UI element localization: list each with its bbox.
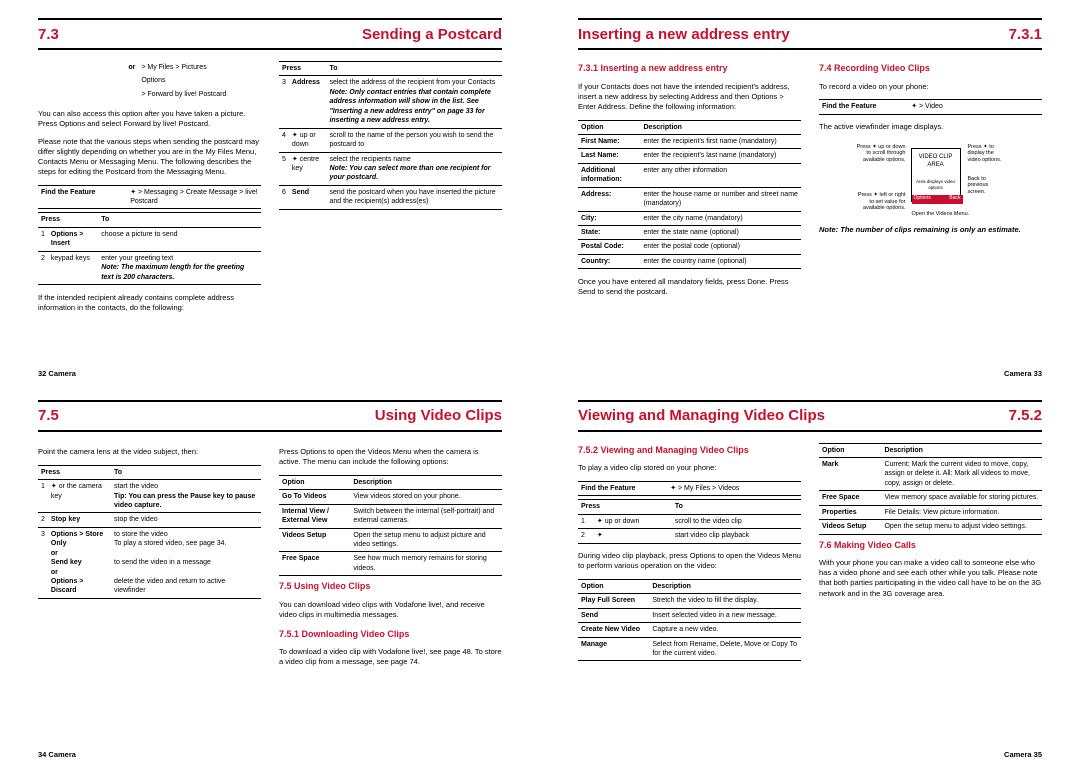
para: Point the camera lens at the video subje…	[38, 447, 261, 457]
spread-2: 7.5 Using Video Clips Point the camera l…	[0, 382, 1080, 763]
para: To record a video on your phone:	[819, 82, 1042, 92]
page-header: Inserting a new address entry 7.3.1	[578, 18, 1042, 50]
header-num: 7.5.2	[1009, 407, 1042, 424]
subhead: 7.5.2 Viewing and Managing Video Clips	[578, 444, 801, 456]
page-footer: Camera 33	[1004, 369, 1042, 378]
para: If the intended recipient already contai…	[38, 293, 261, 313]
para: To play a video clip stored on your phon…	[578, 463, 801, 473]
diagram-box: VIDEO CLIP AREAArea displays video optio…	[911, 148, 961, 202]
header-title: Using Video Clips	[375, 407, 502, 424]
page-33: Inserting a new address entry 7.3.1 7.3.…	[540, 0, 1080, 382]
diagram: Press ✦ up or down to scroll through ava…	[856, 140, 1006, 218]
page-32: 7.3 Sending a Postcard or> My Files > Pi…	[0, 0, 540, 382]
subhead: 7.6 Making Video Calls	[819, 539, 1042, 551]
header-num: 7.3.1	[1009, 26, 1042, 43]
para: Press Options to open the Videos Menu wh…	[279, 447, 502, 467]
page-footer: 34 Camera	[38, 750, 76, 759]
page-header: Viewing and Managing Video Clips 7.5.2	[578, 400, 1042, 432]
col-2: PressTo 3Addressselect the address of th…	[279, 58, 502, 320]
col-1: or> My Files > Pictures Options > Forwar…	[38, 58, 261, 320]
para: You can download video clips with Vodafo…	[279, 600, 502, 620]
header-title: Sending a Postcard	[362, 26, 502, 43]
para: Once you have entered all mandatory fiel…	[578, 277, 801, 297]
para: You can also access this option after yo…	[38, 109, 261, 129]
para: Please note that the various steps when …	[38, 137, 261, 178]
col-1: 7.3.1 Inserting a new address entry If y…	[578, 58, 801, 305]
header-num: 7.3	[38, 26, 59, 43]
para: During video clip playback, press Option…	[578, 551, 801, 571]
diagram-bar: OptionsBack	[912, 195, 963, 204]
col-2: OptionDescription MarkCurrent: Mark the …	[819, 440, 1042, 665]
spread-1: 7.3 Sending a Postcard or> My Files > Pi…	[0, 0, 1080, 382]
col-2: 7.4 Recording Video Clips To record a vi…	[819, 58, 1042, 305]
subhead: 7.5 Using Video Clips	[279, 580, 502, 592]
subhead: 7.4 Recording Video Clips	[819, 62, 1042, 74]
para: With your phone you can make a video cal…	[819, 558, 1042, 599]
col-1: 7.5.2 Viewing and Managing Video Clips T…	[578, 440, 801, 665]
para: The active viewfinder image displays.	[819, 122, 1042, 132]
para: If your Contacts does not have the inten…	[578, 82, 801, 112]
note: Note: The number of clips remaining is o…	[819, 225, 1042, 235]
page-footer: Camera 35	[1004, 750, 1042, 759]
col-1: Point the camera lens at the video subje…	[38, 440, 261, 676]
subhead: 7.5.1 Downloading Video Clips	[279, 628, 502, 640]
header-title: Inserting a new address entry	[578, 26, 790, 43]
page-35: Viewing and Managing Video Clips 7.5.2 7…	[540, 382, 1080, 763]
page-header: 7.3 Sending a Postcard	[38, 18, 502, 50]
page-34: 7.5 Using Video Clips Point the camera l…	[0, 382, 540, 763]
header-num: 7.5	[38, 407, 59, 424]
subhead: 7.3.1 Inserting a new address entry	[578, 62, 801, 74]
para: To download a video clip with Vodafone l…	[279, 647, 502, 667]
col-2: Press Options to open the Videos Menu wh…	[279, 440, 502, 676]
page-footer: 32 Camera	[38, 369, 76, 378]
header-title: Viewing and Managing Video Clips	[578, 407, 825, 424]
page-header: 7.5 Using Video Clips	[38, 400, 502, 432]
